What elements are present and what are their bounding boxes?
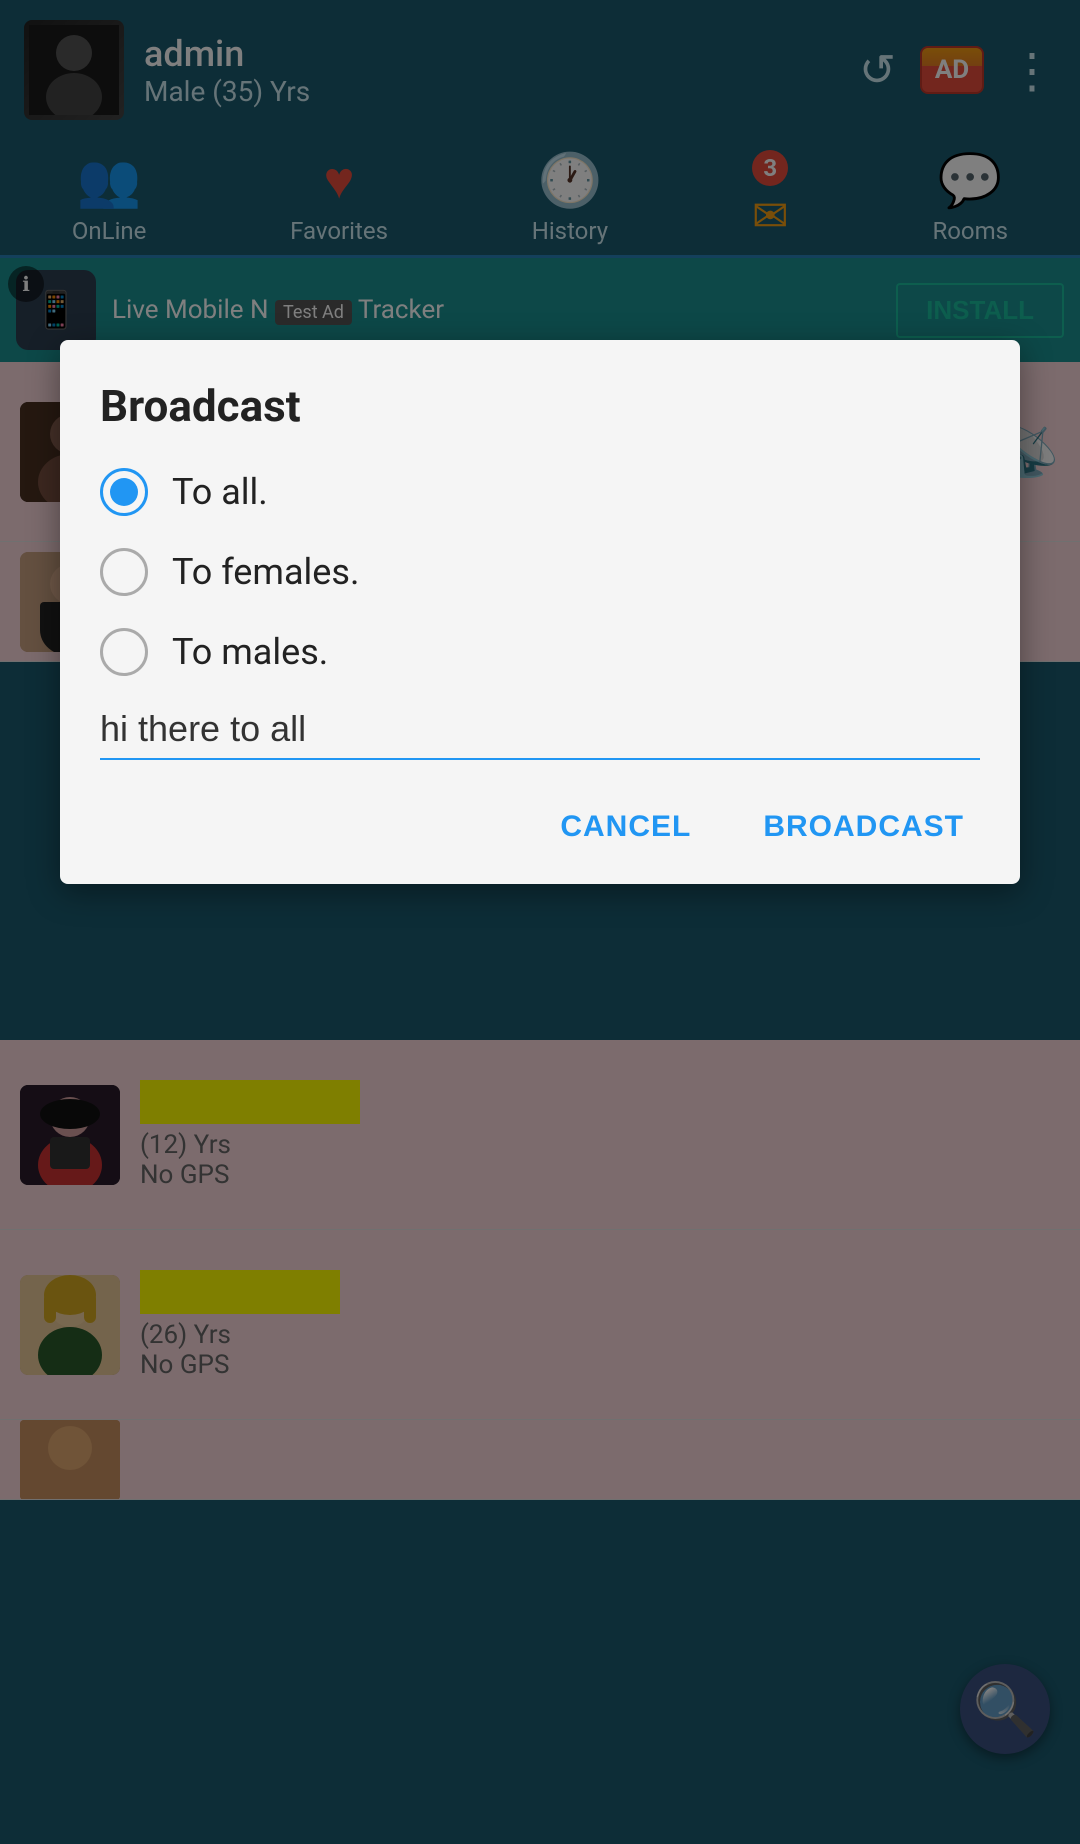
message-input[interactable] — [100, 708, 980, 750]
option-to-males-label: To males. — [172, 631, 328, 673]
cancel-button[interactable]: CANCEL — [544, 800, 707, 854]
option-to-females-label: To females. — [172, 551, 359, 593]
option-to-all[interactable]: To all. — [100, 468, 980, 516]
modal-overlay — [0, 0, 1080, 1844]
broadcast-button[interactable]: BROADCAST — [747, 800, 980, 854]
option-to-all-label: To all. — [172, 471, 268, 513]
broadcast-dialog: Broadcast To all. To females. To males. … — [60, 340, 1020, 884]
dialog-actions: CANCEL BROADCAST — [100, 800, 980, 854]
dialog-title: Broadcast — [100, 380, 980, 432]
option-to-males[interactable]: To males. — [100, 628, 980, 676]
radio-inner-to-all — [110, 478, 138, 506]
radio-to-females[interactable] — [100, 548, 148, 596]
message-input-container — [100, 708, 980, 760]
option-to-females[interactable]: To females. — [100, 548, 980, 596]
radio-to-all[interactable] — [100, 468, 148, 516]
radio-to-males[interactable] — [100, 628, 148, 676]
